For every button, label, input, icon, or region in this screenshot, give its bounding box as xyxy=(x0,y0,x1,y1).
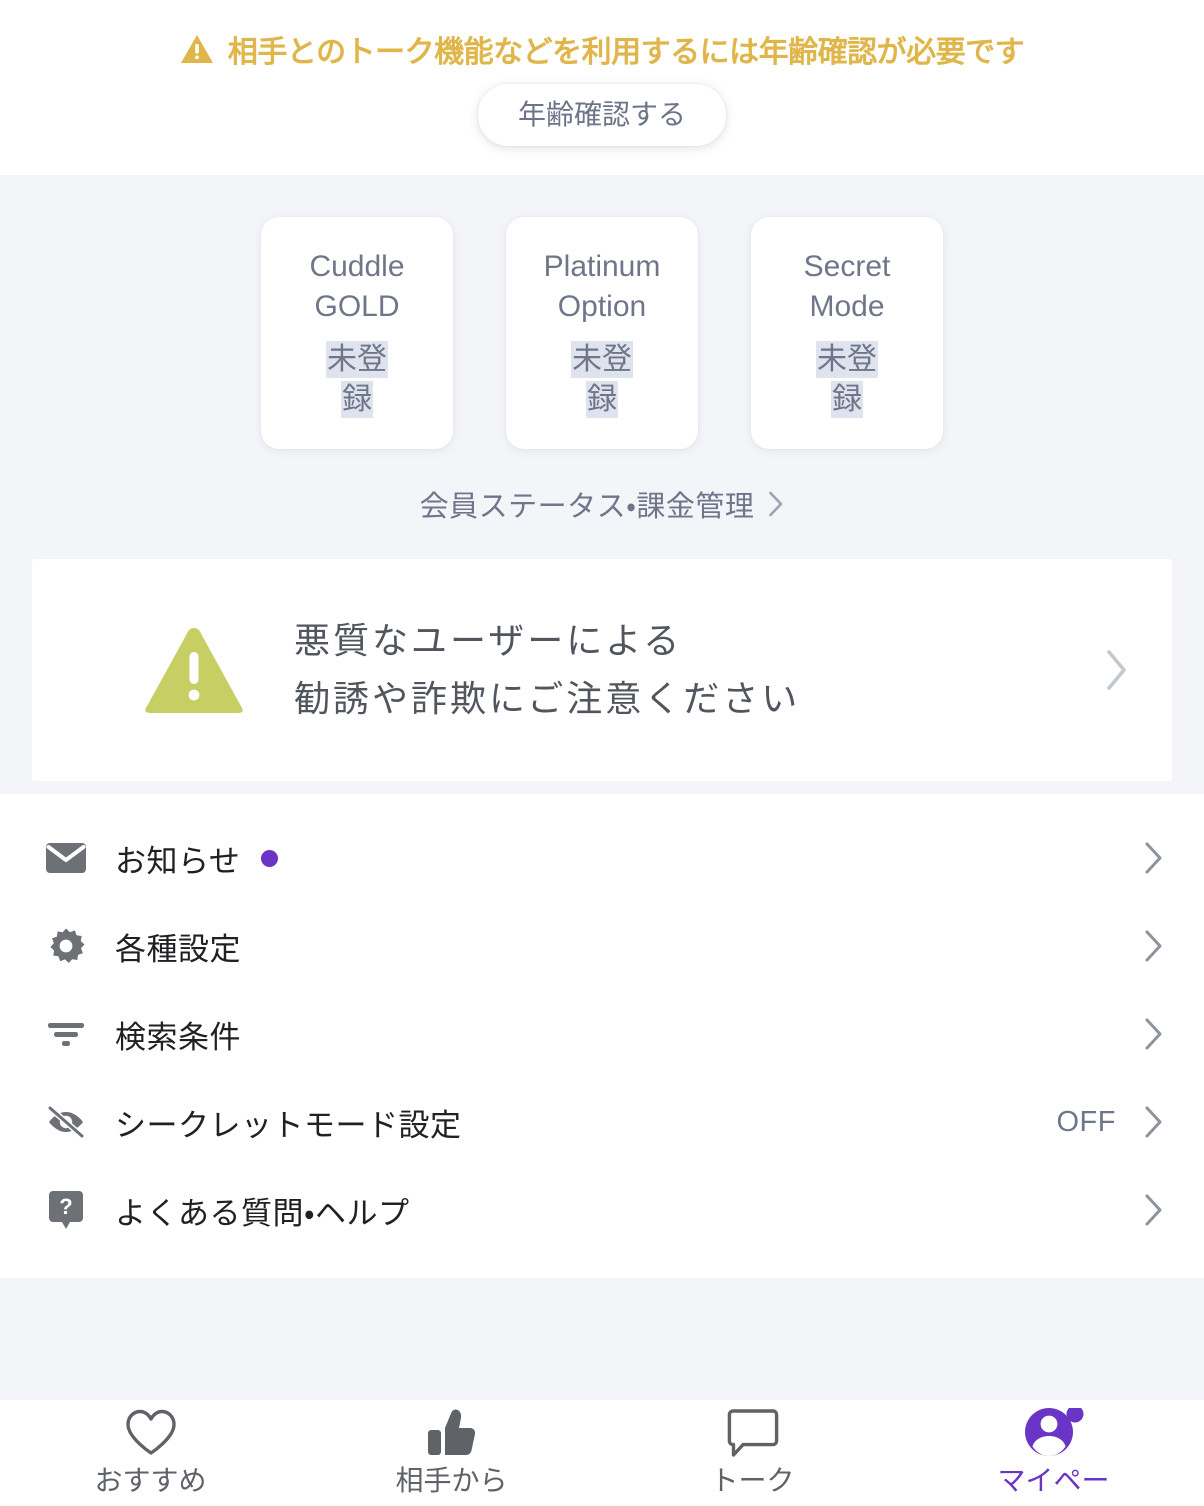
status-badge: 未登録 xyxy=(326,341,388,418)
plan-name: Secret Mode xyxy=(803,250,891,323)
person-icon xyxy=(1024,1408,1084,1458)
menu-item-label: お知らせ xyxy=(115,843,241,879)
chevron-right-icon xyxy=(1145,1194,1162,1226)
age-warning-text: 相手とのトーク機能などを利用するには年齢確認が必要です xyxy=(227,36,1025,69)
menu-item-faq-help[interactable]: ? よくある質問・ヘルプ xyxy=(0,1166,1204,1254)
thumbs-up-icon xyxy=(426,1408,478,1458)
notification-dot xyxy=(261,849,279,867)
caution-banner-wrap: 悪質なユーザーによる 勧誘や詐欺にご注意ください xyxy=(0,559,1204,794)
nav-tab-label: トーク xyxy=(710,1465,795,1496)
nav-tab-label: マイページ xyxy=(997,1465,1110,1506)
heart-icon xyxy=(124,1408,178,1458)
bottom-navigation-bar: おすすめ 相手から トーク マイペー xyxy=(0,1400,1204,1506)
secret-mode-value: OFF xyxy=(1056,1105,1116,1138)
nav-tab-label: 相手から xyxy=(395,1465,508,1496)
plan-card-list: Cuddle GOLD 未登録 Platinum Option 未登録 Secr… xyxy=(0,217,1204,449)
background-gap xyxy=(0,1278,1204,1400)
help-bubble-icon: ? xyxy=(44,1188,88,1232)
chevron-right-icon xyxy=(1145,842,1162,874)
nav-tab-label: おすすめ xyxy=(94,1465,207,1496)
chevron-right-icon xyxy=(1145,1018,1162,1050)
status-badge: 未登録 xyxy=(816,341,878,418)
plan-card-platinum-option[interactable]: Platinum Option 未登録 xyxy=(506,217,698,449)
caution-banner[interactable]: 悪質なユーザーによる 勧誘や詐欺にご注意ください xyxy=(32,559,1172,781)
warning-triangle-icon xyxy=(145,628,243,713)
menu-item-settings[interactable]: 各種設定 xyxy=(0,902,1204,990)
gear-icon xyxy=(44,924,88,968)
menu-item-label: シークレットモード設定 xyxy=(115,1107,462,1143)
plan-card-cuddle-gold[interactable]: Cuddle GOLD 未登録 xyxy=(261,217,453,449)
membership-status-link[interactable]: 会員ステータス・課金管理 xyxy=(0,483,1204,525)
chevron-right-icon xyxy=(1145,1106,1162,1138)
age-verification-header: 相手とのトーク機能などを利用するには年齢確認が必要です 年齢確認する xyxy=(0,0,1204,175)
chevron-right-icon xyxy=(1107,650,1126,690)
menu-item-label: 検索条件 xyxy=(115,1019,241,1055)
warning-triangle-icon xyxy=(180,35,213,63)
menu-item-notifications[interactable]: お知らせ xyxy=(0,814,1204,902)
eye-off-icon xyxy=(44,1100,88,1144)
nav-tab-my-page[interactable]: マイページ xyxy=(903,1408,1204,1506)
menu-item-secret-mode[interactable]: シークレットモード設定 OFF xyxy=(0,1078,1204,1166)
nav-tab-from-partner[interactable]: 相手から xyxy=(301,1408,602,1501)
menu-item-label: 各種設定 xyxy=(115,931,241,967)
my-page-screen: 相手とのトーク機能などを利用するには年齢確認が必要です 年齢確認する Cuddl… xyxy=(0,0,1204,1506)
plan-status-badge-wrap: 未登録 xyxy=(314,340,400,419)
nav-tab-talk[interactable]: トーク xyxy=(602,1408,903,1501)
plan-status-badge-wrap: 未登録 xyxy=(559,340,645,419)
filter-icon xyxy=(44,1012,88,1056)
plan-status-badge-wrap: 未登録 xyxy=(804,340,890,419)
age-warning-row: 相手とのトーク機能などを利用するには年齢確認が必要です xyxy=(0,20,1204,78)
membership-status-section: Cuddle GOLD 未登録 Platinum Option 未登録 Secr… xyxy=(0,175,1204,559)
plan-name: Platinum Option xyxy=(543,250,661,323)
age-verification-button-row: 年齢確認する xyxy=(0,84,1204,146)
settings-menu-list: お知らせ 各種設定 検索条件 シークレットモード設定 OFF ? よくある質問・… xyxy=(0,794,1204,1278)
chevron-right-icon xyxy=(769,491,783,517)
chevron-right-icon xyxy=(1145,930,1162,962)
chat-bubble-icon xyxy=(727,1408,779,1458)
nav-tab-recommended[interactable]: おすすめ xyxy=(0,1408,301,1501)
plan-card-secret-mode[interactable]: Secret Mode 未登録 xyxy=(751,217,943,449)
svg-text:?: ? xyxy=(59,1194,72,1219)
mail-icon xyxy=(44,836,88,880)
status-badge: 未登録 xyxy=(571,341,633,418)
caution-line-2: 勧誘や詐欺にご注意ください xyxy=(294,678,801,719)
menu-item-label: よくある質問・ヘルプ xyxy=(115,1195,410,1231)
caution-line-1: 悪質なユーザーによる xyxy=(294,619,683,661)
menu-item-search-conditions[interactable]: 検索条件 xyxy=(0,990,1204,1078)
age-verification-button[interactable]: 年齢確認する xyxy=(477,84,726,146)
plan-name: Cuddle GOLD xyxy=(309,250,405,323)
caution-banner-text: 悪質なユーザーによる 勧誘や詐欺にご注意ください xyxy=(294,612,1106,729)
membership-status-link-label: 会員ステータス・課金管理 xyxy=(419,491,755,523)
